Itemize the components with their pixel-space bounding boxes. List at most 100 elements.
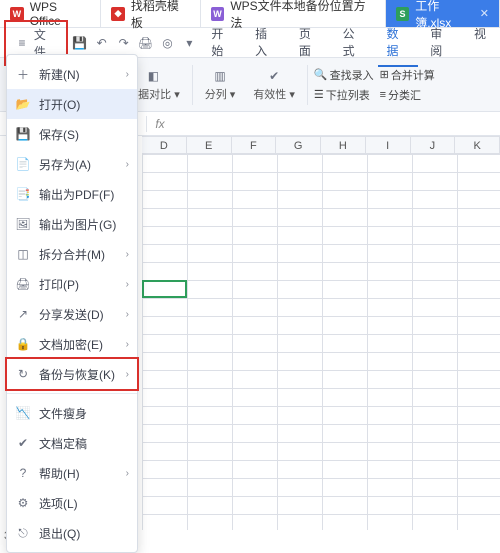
save-quick-icon[interactable]: 💾 (72, 35, 88, 51)
file-menu-item[interactable]: ＋新建(N)› (7, 59, 137, 89)
print-icon: 🖨 (15, 277, 31, 291)
menu-item-label: 打印(P) (39, 276, 118, 293)
dropdown-list-button[interactable]: ☰下拉列表 (314, 87, 374, 103)
chevron-right-icon: › (126, 279, 129, 290)
menu-item-label: 输出为PDF(F) (39, 186, 129, 203)
menu-item-label: 拆分合并(M) (39, 246, 118, 263)
encrypt-icon: 🔒 (15, 337, 31, 351)
ribbon-split-group[interactable]: ▥ 分列 ▾ (199, 68, 242, 102)
menu-item-label: 分享发送(D) (39, 306, 118, 323)
slim-icon: 📉 (15, 406, 31, 420)
validity-label: 有效性 ▾ (253, 86, 295, 102)
split-icon: ▥ (212, 68, 228, 84)
merge-icon: ⊞ (380, 68, 389, 81)
finalize-icon: ✔ (15, 436, 31, 450)
find-icon: 🔍 (314, 68, 328, 81)
file-menu-item[interactable]: ⎋退出(Q) (7, 518, 137, 548)
find-input-button[interactable]: 🔍查找录入 (314, 67, 374, 83)
wps-logo-icon: W (10, 7, 24, 21)
backup-icon: ↻ (15, 367, 31, 381)
ribbon-tab-start[interactable]: 开始 (203, 19, 243, 67)
pdf-icon: 📑 (15, 187, 31, 201)
file-menu-item[interactable]: 💾 保存(S) (7, 119, 137, 149)
category-hint-button[interactable]: ≡分类汇 (380, 87, 435, 103)
undo-icon[interactable]: ↶ (94, 35, 110, 51)
column-headers: D E F G H I J K (142, 136, 500, 154)
col-header[interactable]: H (321, 137, 366, 153)
file-menu-item[interactable]: 📑 输出为PDF(F) (7, 179, 137, 209)
image-icon: 🖼 (15, 217, 31, 231)
chevron-right-icon: › (126, 339, 129, 350)
active-cell-cursor[interactable] (142, 280, 187, 298)
file-menu-item[interactable]: 📂 打开(O) (7, 89, 137, 119)
file-menu-item[interactable]: 🔒 文档加密(E) › (7, 329, 137, 359)
separator (307, 65, 308, 105)
file-menu-item[interactable]: ?帮助(H)› (7, 458, 137, 488)
file-menu-item[interactable]: ⚙选项(L) (7, 488, 137, 518)
splitmerge-icon: ◫ (15, 247, 31, 261)
grid-body[interactable] (142, 154, 500, 530)
menu-item-label: 退出(Q) (39, 525, 129, 542)
tab-label: 找稻壳模板 (131, 0, 190, 31)
merge-calc-label: 合并计算 (391, 67, 435, 83)
dropdown-list-label: 下拉列表 (326, 87, 370, 103)
menu-item-label: 文档定稿 (39, 435, 129, 452)
saveas-icon: 📄 (15, 157, 31, 171)
col-header[interactable]: J (411, 137, 456, 153)
ribbon-find-col: 🔍查找录入 ☰下拉列表 (314, 67, 374, 103)
open-icon: 📂 (15, 97, 31, 111)
ribbon-tab-strip: 开始 插入 页面 公式 数据 审阅 视 (203, 19, 494, 67)
validity-icon: ✔ (266, 68, 282, 84)
file-menu-item[interactable]: 🖼输出为图片(G) (7, 209, 137, 239)
file-menu-item[interactable]: ↗分享发送(D)› (7, 299, 137, 329)
save-icon: 💾 (15, 127, 31, 141)
ribbon-tab-formula[interactable]: 公式 (335, 19, 375, 67)
new-icon: ＋ (15, 66, 31, 83)
ribbon-tab-review[interactable]: 审阅 (422, 19, 462, 67)
menu-item-label: 保存(S) (39, 126, 129, 143)
file-menu-item[interactable]: ◫拆分合并(M)› (7, 239, 137, 269)
preview-icon[interactable]: ◎ (159, 35, 175, 51)
col-header[interactable]: I (366, 137, 411, 153)
menu-item-label: 文件瘦身 (39, 405, 129, 422)
col-header[interactable]: K (455, 137, 500, 153)
menu-item-label: 文档加密(E) (39, 336, 118, 353)
file-menu-item[interactable]: 📉 文件瘦身 (7, 398, 137, 428)
redo-icon[interactable]: ↷ (116, 35, 132, 51)
category-hint-label: 分类汇 (388, 87, 421, 103)
col-header[interactable]: F (232, 137, 277, 153)
ribbon-tab-insert[interactable]: 插入 (247, 19, 287, 67)
ribbon-tab-data[interactable]: 数据 (378, 19, 418, 67)
menu-item-label: 帮助(H) (39, 465, 118, 482)
ribbon-tab-view[interactable]: 视 (466, 19, 494, 67)
hamburger-icon: ≡ (14, 35, 30, 51)
chevron-right-icon: › (126, 159, 129, 170)
split-label: 分列 ▾ (205, 86, 236, 102)
menu-item-label: 另存为(A) (39, 156, 118, 173)
ribbon-validity-group[interactable]: ✔ 有效性 ▾ (247, 68, 301, 102)
merge-calc-button[interactable]: ⊞合并计算 (380, 67, 435, 83)
menu-item-label: 打开(O) (39, 96, 129, 113)
file-menu-item[interactable]: 🖨 打印(P) › (7, 269, 137, 299)
separator (192, 65, 193, 105)
col-header[interactable]: D (142, 137, 187, 153)
find-input-label: 查找录入 (330, 67, 374, 83)
file-menu-item[interactable]: ↻备份与恢复(K)› (7, 359, 137, 389)
fx-icon[interactable]: fx (151, 117, 169, 131)
more-quick-icon[interactable]: ▾ (181, 35, 197, 51)
tab-templates[interactable]: ◆ 找稻壳模板 (101, 0, 200, 27)
print-quick-icon[interactable]: 🖨 (138, 35, 154, 51)
chevron-right-icon: › (126, 69, 129, 80)
col-header[interactable]: E (187, 137, 232, 153)
dropdown-icon: ☰ (314, 88, 324, 101)
col-header[interactable]: G (276, 137, 321, 153)
separator (146, 116, 147, 132)
file-menu-item[interactable]: 📄 另存为(A) › (7, 149, 137, 179)
file-menu-item[interactable]: ✔ 文档定稿 (7, 428, 137, 458)
template-icon: ◆ (111, 7, 125, 21)
category-icon: ≡ (380, 89, 386, 101)
menu-item-label: 备份与恢复(K) (39, 366, 118, 383)
ribbon-tab-page[interactable]: 页面 (291, 19, 331, 67)
menu-item-label: 选项(L) (39, 495, 129, 512)
close-icon[interactable]: ✕ (480, 7, 489, 20)
